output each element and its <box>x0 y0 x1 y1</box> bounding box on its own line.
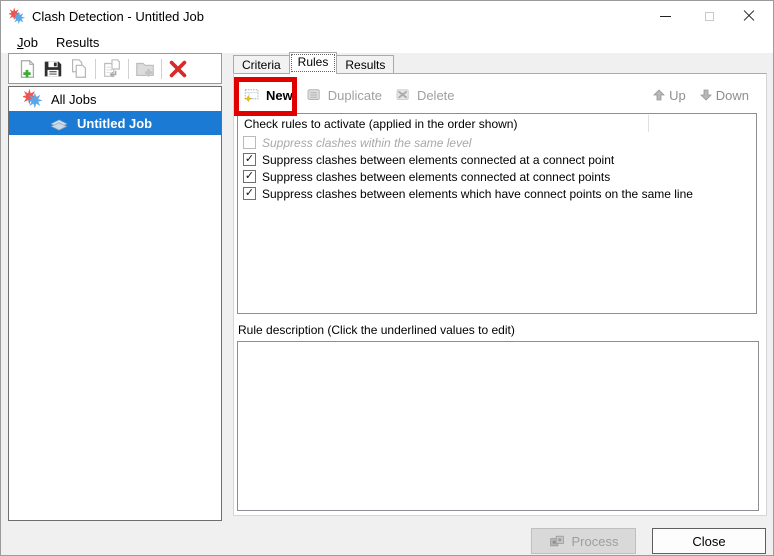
clash-jobs-icon <box>23 89 43 109</box>
checkbox-checked-icon[interactable]: ✓ <box>243 187 256 200</box>
maximize-button[interactable] <box>689 1 729 31</box>
process-icon <box>549 533 565 549</box>
minimize-icon <box>659 15 671 17</box>
column-divider <box>648 115 649 132</box>
up-icon[interactable] <box>653 89 666 101</box>
new-rule-icon <box>243 86 261 104</box>
checkbox-checked-icon[interactable]: ✓ <box>243 153 256 166</box>
menu-job[interactable]: Job <box>8 32 47 53</box>
paste-job-icon[interactable] <box>99 57 125 81</box>
minimize-button[interactable] <box>645 1 685 31</box>
add-folder-icon[interactable] <box>132 57 158 81</box>
tree-item-untitled-job[interactable]: Untitled Job <box>9 111 221 135</box>
title-bar: Clash Detection - Untitled Job <box>1 1 773 31</box>
rule-item[interactable]: Suppress clashes within the same level <box>238 134 756 151</box>
menu-results[interactable]: Results <box>47 32 108 53</box>
rules-list-items: Suppress clashes within the same level ✓ S… <box>238 134 756 202</box>
delete-rule-label: Delete <box>416 87 455 103</box>
delete-rule-icon <box>394 86 412 104</box>
close-icon <box>743 10 755 22</box>
checkbox-unchecked-icon[interactable] <box>243 136 256 149</box>
rule-item[interactable]: ✓ Suppress clashes between elements which… <box>238 185 756 202</box>
new-job-icon[interactable] <box>14 57 40 81</box>
process-button[interactable]: Process <box>531 528 636 554</box>
copy-icon[interactable] <box>66 57 92 81</box>
tree-item-all-jobs[interactable]: All Jobs <box>9 87 221 111</box>
menu-bar: Job Results <box>1 31 773 53</box>
save-icon[interactable] <box>40 57 66 81</box>
new-rule-label: New <box>266 87 293 103</box>
toolbar-separator <box>95 58 96 79</box>
duplicate-rule-icon <box>305 86 323 104</box>
rule-item-label: Suppress clashes between elements which … <box>262 186 693 201</box>
toolbar-separator <box>128 58 129 79</box>
delete-job-icon[interactable] <box>165 57 191 81</box>
toolbar-separator <box>161 58 162 79</box>
rule-item[interactable]: ✓ Suppress clashes between elements conne… <box>238 168 756 185</box>
duplicate-rule-label: Duplicate <box>327 87 382 103</box>
maximize-icon <box>704 11 714 21</box>
new-rule-button[interactable]: New <box>237 82 299 108</box>
rules-toolbar: New Duplicate Delete Up Down <box>237 81 763 109</box>
app-clash-icon <box>9 8 26 25</box>
down-icon[interactable] <box>699 89 712 101</box>
rules-list: Check rules to activate (applied in the … <box>237 113 757 314</box>
rule-item[interactable]: ✓ Suppress clashes between elements conne… <box>238 151 756 168</box>
rule-item-label: Suppress clashes between elements connec… <box>262 152 615 167</box>
tab-results[interactable]: Results <box>336 55 395 74</box>
tab-criteria[interactable]: Criteria <box>233 55 290 74</box>
close-label: Close <box>692 533 726 549</box>
window-title: Clash Detection - Untitled Job <box>32 9 204 24</box>
checkbox-checked-icon[interactable]: ✓ <box>243 170 256 183</box>
up-button[interactable]: Up <box>669 88 686 103</box>
rules-list-header: Check rules to activate (applied in the … <box>238 114 756 134</box>
tree-item-label: All Jobs <box>51 91 97 107</box>
down-button[interactable]: Down <box>716 88 749 103</box>
rule-item-label: Suppress clashes between elements connec… <box>262 169 611 184</box>
delete-rule-button[interactable]: Delete <box>388 82 461 108</box>
rule-item-label: Suppress clashes within the same level <box>262 135 472 150</box>
process-label: Process <box>571 533 619 549</box>
duplicate-rule-button[interactable]: Duplicate <box>299 82 388 108</box>
close-dialog-button[interactable]: Close <box>652 528 766 554</box>
clash-detection-dialog: Clash Detection - Untitled Job Job Resul… <box>0 0 774 556</box>
jobs-tree: All Jobs Untitled Job <box>8 86 222 521</box>
rule-reorder-controls: Up Down <box>653 88 763 103</box>
rule-description-box[interactable] <box>237 341 759 511</box>
tab-strip: Criteria Rules Results <box>233 52 395 74</box>
tab-rules[interactable]: Rules <box>288 52 338 74</box>
tree-item-label: Untitled Job <box>77 115 153 131</box>
jobs-toolbar <box>8 53 222 84</box>
job-layers-icon <box>49 113 69 133</box>
rule-description-label: Rule description (Click the underlined v… <box>238 323 515 337</box>
close-button[interactable] <box>729 1 769 31</box>
